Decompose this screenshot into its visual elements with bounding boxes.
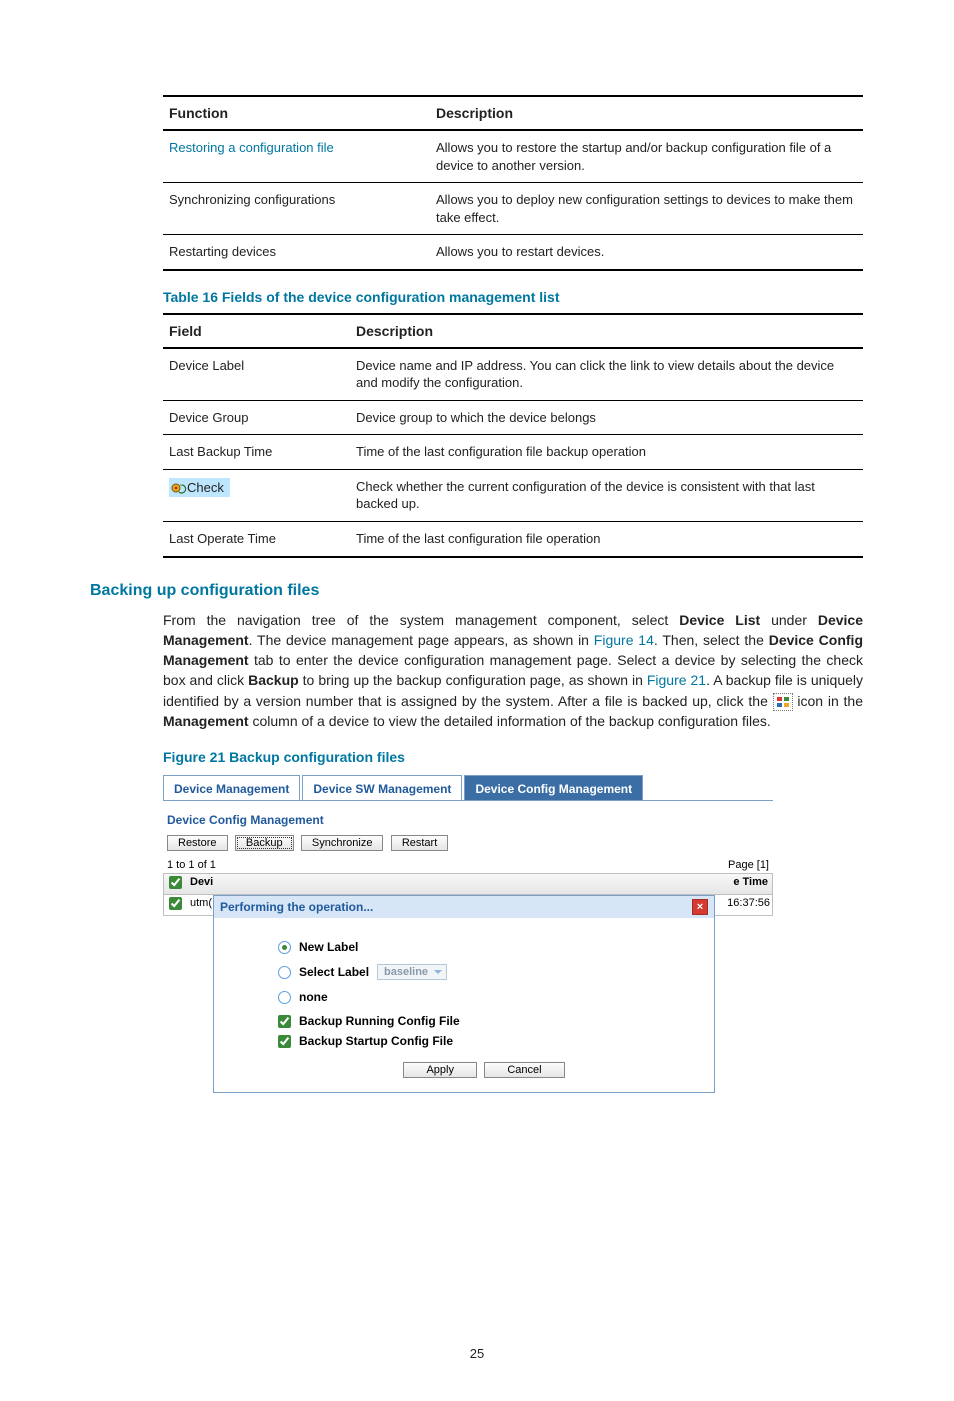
cancel-button[interactable]: Cancel — [484, 1062, 564, 1078]
backup-button[interactable]: Backup — [235, 835, 294, 851]
figure21-link[interactable]: Figure 21 — [647, 672, 706, 688]
dialog-title: Performing the operation... — [220, 900, 373, 914]
apply-button[interactable]: Apply — [403, 1062, 477, 1078]
t2-h2: Description — [350, 314, 863, 348]
figure21-caption: Figure 21 Backup configuration files — [163, 749, 864, 765]
pager-page: Page [1] — [728, 859, 769, 871]
row-checkbox[interactable] — [169, 897, 182, 910]
check-cell: Check — [169, 478, 230, 498]
figure21: Device Management Device SW Management D… — [163, 775, 773, 1296]
page-number: 25 — [90, 1346, 864, 1361]
dialog-titlebar: Performing the operation... × — [214, 896, 714, 918]
restore-button[interactable]: Restore — [167, 835, 228, 851]
section-heading: Backing up configuration files — [90, 582, 864, 600]
t1-r2-fn: Restarting devices — [163, 235, 430, 270]
table16-caption: Table 16 Fields of the device configurat… — [163, 289, 864, 305]
radio-icon — [278, 941, 291, 954]
table-row: Device Label Device name and IP address.… — [163, 348, 863, 401]
table-row: Check Check whether the current configur… — [163, 469, 863, 521]
t1-r1-fn: Synchronizing configurations — [163, 183, 430, 235]
t1-h1: Function — [163, 96, 430, 130]
figure14-link[interactable]: Figure 14 — [594, 632, 654, 648]
grid-header-time: e Time — [704, 874, 772, 894]
backup-startup-checkbox-row: Backup Startup Config File — [278, 1034, 694, 1048]
gear-refresh-icon — [171, 481, 187, 495]
function-table: Function Description Restoring a configu… — [163, 95, 863, 271]
close-icon[interactable]: × — [692, 899, 708, 915]
grid-header: Devi e Time — [163, 873, 773, 895]
t1-r1-desc: Allows you to deploy new configuration s… — [430, 183, 863, 235]
option-new-label[interactable]: New Label — [278, 940, 694, 954]
row-time: 16:37:56 — [708, 895, 772, 915]
t1-r2-desc: Allows you to restart devices. — [430, 235, 863, 270]
grid-header-label: Devi — [186, 874, 704, 894]
synchronize-button[interactable]: Synchronize — [301, 835, 384, 851]
pager-range: 1 to 1 of 1 — [167, 859, 216, 871]
select-all-checkbox[interactable] — [169, 876, 182, 889]
backup-dialog: Performing the operation... × New Label … — [213, 895, 715, 1093]
table-row: Last Operate Time Time of the last confi… — [163, 522, 863, 557]
table-row: Synchronizing configurations Allows you … — [163, 183, 863, 235]
field-table: Field Description Device Label Device na… — [163, 313, 863, 558]
tab-device-management[interactable]: Device Management — [163, 775, 300, 800]
radio-icon — [278, 991, 291, 1004]
backup-startup-checkbox[interactable] — [278, 1035, 291, 1048]
radio-icon — [278, 966, 291, 979]
backup-running-checkbox-row: Backup Running Config File — [278, 1014, 694, 1028]
tab-bar: Device Management Device SW Management D… — [163, 775, 773, 801]
pager: 1 to 1 of 1 Page [1] — [163, 855, 773, 873]
management-icon — [773, 693, 793, 711]
body-paragraph: From the navigation tree of the system m… — [163, 610, 863, 732]
option-none[interactable]: none — [278, 990, 694, 1004]
backup-running-checkbox[interactable] — [278, 1015, 291, 1028]
t1-h2: Description — [430, 96, 863, 130]
tab-device-sw-management[interactable]: Device SW Management — [302, 775, 462, 800]
toolbar: Restore Backup Synchronize Restart — [163, 833, 773, 855]
restart-button[interactable]: Restart — [391, 835, 448, 851]
t2-h1: Field — [163, 314, 350, 348]
tab-device-config-management[interactable]: Device Config Management — [464, 775, 643, 800]
baseline-select[interactable]: baseline — [377, 964, 447, 980]
table-row: Device Group Device group to which the d… — [163, 400, 863, 435]
restoring-config-link[interactable]: Restoring a configuration file — [169, 140, 334, 155]
option-select-label[interactable]: Select Label baseline — [278, 964, 694, 980]
table-row: Restoring a configuration file Allows yo… — [163, 130, 863, 183]
table-row: Restarting devices Allows you to restart… — [163, 235, 863, 270]
table-row: Last Backup Time Time of the last config… — [163, 435, 863, 470]
t1-r0-desc: Allows you to restore the startup and/or… — [430, 130, 863, 183]
panel-title: Device Config Management — [163, 801, 773, 833]
